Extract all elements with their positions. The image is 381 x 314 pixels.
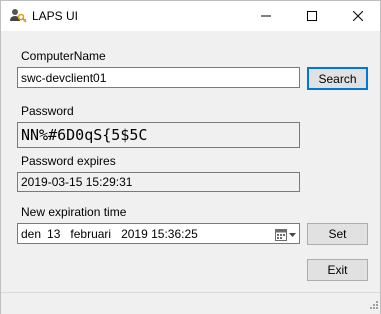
resize-grip-icon[interactable] (368, 298, 378, 312)
maximize-icon (307, 11, 317, 21)
password-expires-field[interactable]: 2019-03-15 15:29:31 (17, 172, 300, 192)
exit-button-label: Exit (327, 263, 348, 277)
laps-window: LAPS UI ComputerName swc-devclient01 Sea… (0, 0, 381, 314)
computername-value: swc-devclient01 (21, 70, 107, 85)
computername-input[interactable]: swc-devclient01 (17, 67, 300, 88)
search-button-label: Search (318, 71, 357, 86)
date-year-time[interactable]: 2019 15:36:25 (121, 227, 198, 241)
calendar-dropdown-icon[interactable] (275, 229, 297, 244)
minimize-button[interactable] (243, 1, 289, 31)
search-button[interactable]: Search (307, 67, 368, 90)
date-weekday[interactable]: den (21, 227, 41, 241)
app-user-key-icon (9, 8, 27, 24)
exit-button[interactable]: Exit (307, 259, 368, 281)
date-month[interactable]: februari (70, 227, 111, 241)
title-bar[interactable]: LAPS UI (1, 1, 380, 31)
password-field[interactable]: NN%#6D0qS{5$5C (17, 122, 300, 148)
status-bar (1, 292, 380, 314)
close-icon (353, 11, 363, 21)
set-button[interactable]: Set (307, 223, 368, 245)
password-value: NN%#6D0qS{5$5C (21, 126, 148, 144)
password-label: Password (21, 104, 74, 118)
set-button-label: Set (328, 227, 347, 241)
maximize-button[interactable] (289, 1, 335, 31)
computername-label: ComputerName (21, 49, 106, 63)
minimize-icon (261, 15, 271, 17)
new-expiration-label: New expiration time (21, 205, 127, 219)
window-title: LAPS UI (32, 9, 79, 23)
password-expires-value: 2019-03-15 15:29:31 (21, 175, 133, 189)
close-button[interactable] (335, 1, 381, 31)
date-day[interactable]: 13 (47, 227, 60, 241)
password-expires-label: Password expires (21, 154, 116, 168)
new-expiration-datetime-picker[interactable]: den 13 februari 2019 15:36:25 (17, 223, 300, 244)
